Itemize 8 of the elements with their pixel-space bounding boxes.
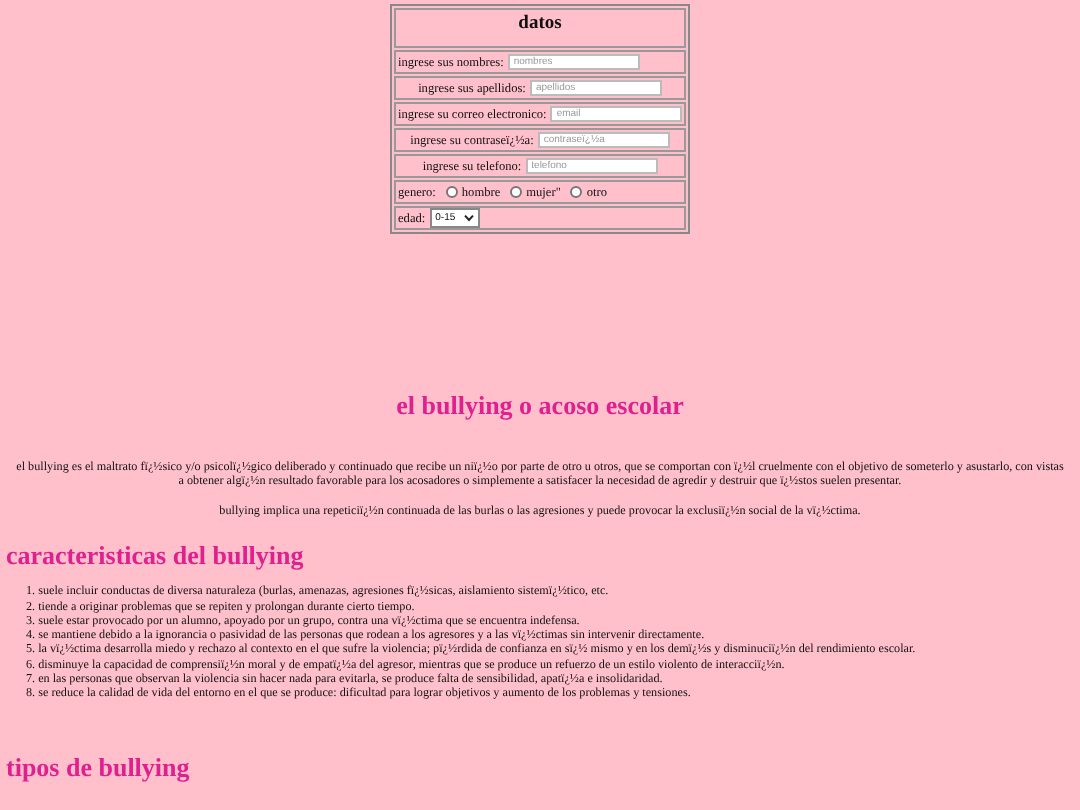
caret-icon [463, 214, 474, 222]
section-heading: tipos de bullying [6, 751, 192, 784]
radio-button[interactable] [445, 186, 458, 198]
radio-button[interactable] [510, 186, 523, 198]
form-title: datos [518, 14, 562, 34]
radio-button[interactable] [570, 186, 583, 198]
page-heading: el bullying o acoso escolar [394, 390, 686, 422]
section-heading: caracteristicas del bullying [6, 540, 306, 573]
